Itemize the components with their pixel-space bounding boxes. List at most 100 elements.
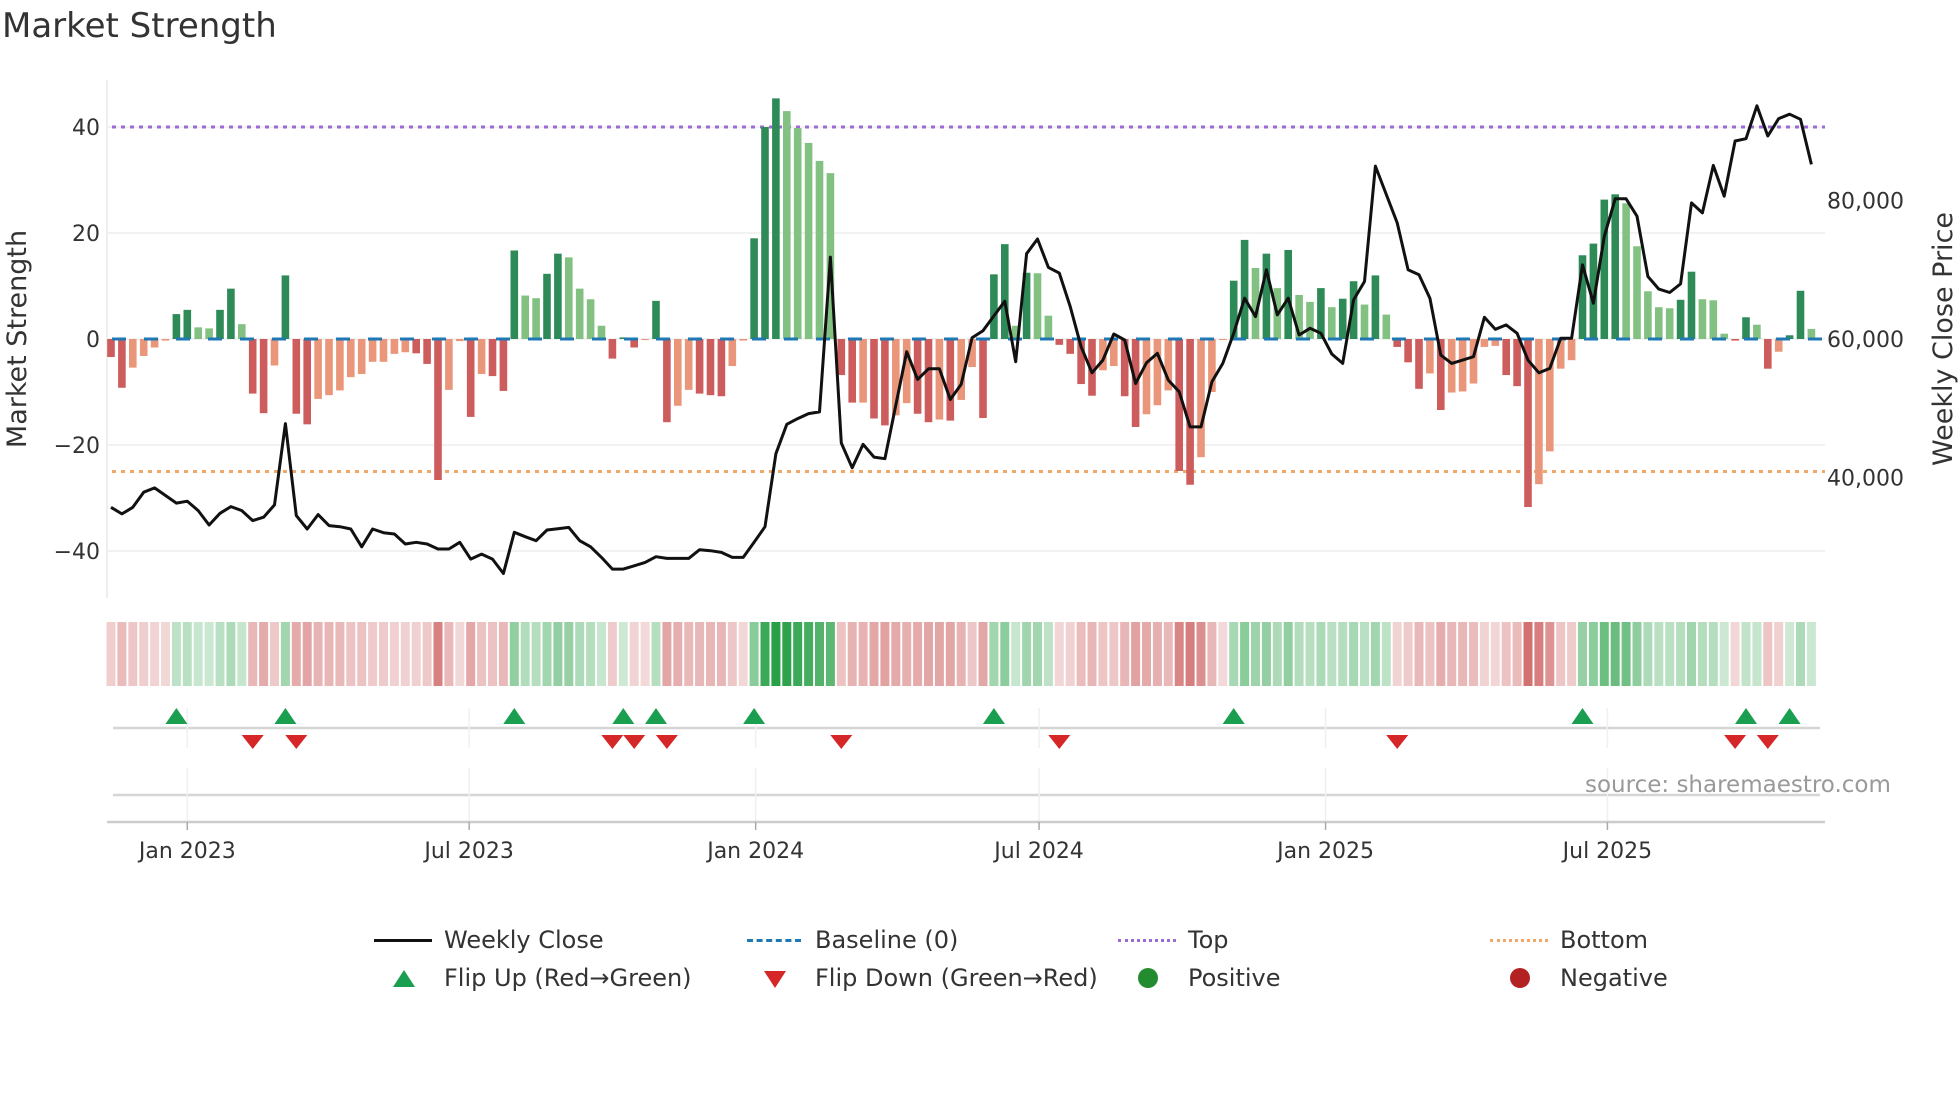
- y-tick-label: 40: [72, 116, 100, 141]
- strength-bar: [575, 288, 584, 339]
- strip-cell: [1054, 622, 1064, 686]
- strip-cell: [716, 622, 726, 686]
- flip-up-marker: [645, 708, 667, 724]
- strip-cell: [346, 622, 356, 686]
- strength-bar: [1709, 300, 1718, 339]
- strength-bar: [804, 142, 813, 339]
- strip-cell: [804, 622, 814, 686]
- strength-bar: [499, 339, 508, 391]
- strength-bar: [706, 339, 715, 396]
- strip-cell: [313, 622, 323, 686]
- strip-cell: [1261, 622, 1271, 686]
- strip-cell: [291, 622, 301, 686]
- strip-cell: [1469, 622, 1478, 686]
- strip-cell: [618, 622, 628, 686]
- strip-cell: [607, 622, 617, 686]
- strip-cell: [1730, 622, 1740, 686]
- strip-cell: [1283, 622, 1293, 686]
- strength-bar: [281, 275, 290, 339]
- flip-down-marker: [601, 735, 624, 749]
- strength-bar: [1197, 339, 1205, 458]
- strength-bar: [1644, 291, 1652, 339]
- y-tick-label: 20: [72, 222, 100, 247]
- y2-axis-label: Weekly Close Price: [1928, 212, 1959, 466]
- strip-cell: [945, 622, 955, 686]
- strip-cell: [1360, 622, 1369, 686]
- strip-cell: [695, 622, 705, 686]
- strength-bar: [434, 339, 442, 480]
- strip-cell: [1447, 622, 1457, 686]
- strip-cell: [651, 622, 661, 686]
- strength-bar: [1600, 199, 1609, 339]
- strength-bar: [1513, 339, 1521, 387]
- strength-bar: [586, 299, 595, 339]
- strength-bar: [1404, 339, 1412, 363]
- strength-bar: [521, 295, 529, 339]
- strip-cell: [150, 622, 160, 686]
- strip-cell: [1458, 622, 1468, 686]
- strip-cell: [858, 622, 868, 686]
- flip-down-marker: [623, 735, 646, 749]
- strip-cell: [1796, 622, 1805, 686]
- strip-cell: [825, 622, 835, 686]
- strip-cell: [597, 622, 606, 686]
- strength-bar: [1480, 339, 1489, 347]
- strip-cell: [1229, 622, 1239, 686]
- strip-cell: [139, 622, 149, 686]
- strip-cell: [1545, 622, 1555, 686]
- strip-cell: [902, 622, 912, 686]
- strip-cell: [400, 622, 410, 686]
- strength-bar: [259, 339, 268, 414]
- strip-cell: [488, 622, 497, 686]
- strip-cell: [727, 622, 737, 686]
- strength-bar: [325, 339, 333, 396]
- strength-bar: [248, 339, 257, 394]
- strip-cell: [793, 622, 803, 686]
- strip-cell: [1033, 622, 1042, 686]
- strip-cell: [1349, 622, 1359, 686]
- strength-bar: [652, 300, 660, 339]
- strength-bar: [1742, 317, 1750, 339]
- strip-cell: [1479, 622, 1489, 686]
- y2-tick-label: 40,000: [1827, 467, 1904, 492]
- strip-cell: [1654, 622, 1664, 686]
- strength-bar: [423, 339, 431, 364]
- strength-bar: [848, 339, 856, 403]
- flip-down-marker: [241, 735, 264, 749]
- strip-cell: [989, 622, 999, 686]
- strip-cell: [1687, 622, 1696, 686]
- strip-cell: [117, 622, 127, 686]
- strength-bar: [739, 339, 747, 341]
- y-tick-label: 0: [86, 328, 100, 353]
- strip-cell: [280, 622, 290, 686]
- flip-up-marker: [1222, 708, 1245, 724]
- strip-cell: [368, 622, 378, 686]
- strip-cell: [629, 622, 639, 686]
- strength-bar: [238, 324, 246, 339]
- strength-bar: [456, 339, 464, 342]
- strip-cell: [1327, 622, 1337, 686]
- strength-bar: [107, 339, 115, 358]
- strength-bar: [1153, 339, 1162, 406]
- strength-bar: [1142, 339, 1151, 415]
- strength-bar: [1262, 253, 1271, 339]
- strip-cell: [237, 622, 247, 686]
- strength-bar: [663, 339, 671, 423]
- strip-cell: [1011, 622, 1021, 686]
- strip-cell: [738, 622, 748, 686]
- strength-bar: [837, 339, 846, 376]
- strength-bar: [357, 339, 366, 374]
- strength-bar: [772, 98, 780, 339]
- strip-cell: [1621, 622, 1631, 686]
- strength-bar: [336, 339, 344, 391]
- strip-cell: [182, 622, 192, 686]
- strip-cell: [673, 622, 683, 686]
- strength-bar: [270, 339, 279, 366]
- strip-cell: [270, 622, 279, 686]
- strip-cell: [324, 622, 334, 686]
- y-axis-label: Market Strength: [2, 230, 33, 448]
- strip-cell: [1436, 622, 1446, 686]
- strip-cell: [1142, 622, 1151, 686]
- strength-bar: [641, 339, 649, 341]
- strength-bar: [946, 339, 955, 421]
